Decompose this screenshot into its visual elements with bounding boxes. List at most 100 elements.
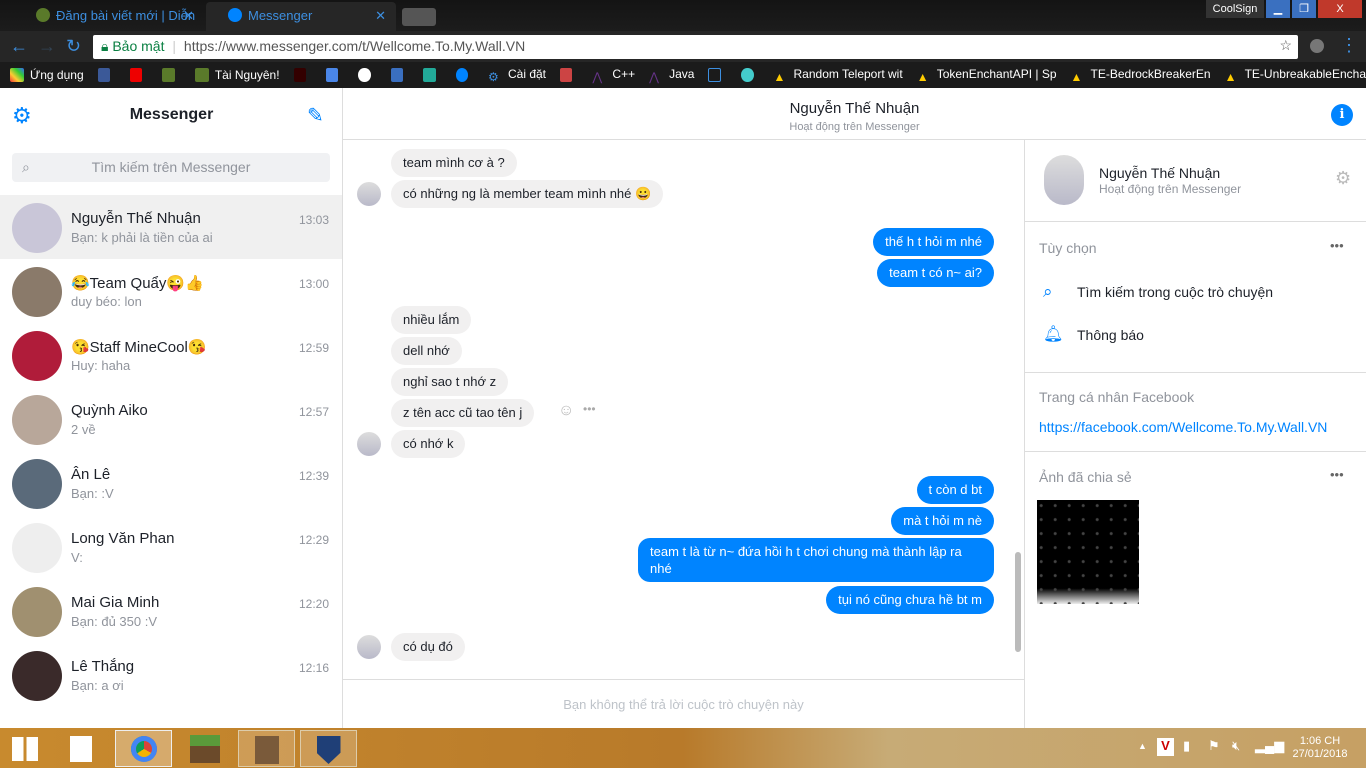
power-icon[interactable]: ▮ bbox=[1183, 738, 1190, 754]
tab-forum[interactable]: Đăng bài viết mới | Diễn ✕ bbox=[14, 2, 204, 31]
ytsc-icon[interactable] bbox=[560, 68, 573, 82]
scrollbar[interactable] bbox=[1015, 552, 1021, 652]
extension-icon[interactable] bbox=[1310, 39, 1324, 53]
maximize-button[interactable]: ❐ bbox=[1292, 0, 1316, 18]
bookmark-cpp[interactable]: ⋀ C++ bbox=[592, 67, 635, 84]
start-button[interactable] bbox=[12, 737, 38, 761]
bookmark-icon: ⋀ bbox=[649, 69, 659, 84]
star-icon[interactable]: ☆ bbox=[1279, 37, 1292, 54]
bookmark-java[interactable]: ⋀ Java bbox=[649, 67, 694, 84]
coolsign-button[interactable]: CoolSign bbox=[1206, 0, 1264, 18]
facebook-icon[interactable] bbox=[97, 68, 111, 82]
minecraft-taskbar-icon[interactable] bbox=[190, 735, 220, 763]
conversation-item[interactable]: Nguyễn Thế Nhuận Bạn: k phải là tiền của… bbox=[0, 195, 342, 259]
spigot-icon: ▲ bbox=[916, 69, 929, 84]
clock[interactable]: 1:06 CH 27/01/2018 bbox=[1288, 735, 1352, 761]
incoming-message: z tên acc cũ tao tên j bbox=[391, 399, 535, 427]
close-tab-icon[interactable]: ✕ bbox=[375, 8, 386, 24]
incoming-message: team mình cơ à ? bbox=[391, 149, 517, 177]
conversation-name: 😂Team Quẩy😜👍 bbox=[71, 275, 204, 292]
tab-messenger[interactable]: Messenger ✕ bbox=[206, 2, 396, 31]
back-icon[interactable]: ← bbox=[10, 36, 28, 57]
signal-icon[interactable]: ▂▄▆ bbox=[1255, 738, 1284, 754]
compose-icon[interactable]: ✎ bbox=[307, 103, 324, 128]
more-actions-icon[interactable]: ••• bbox=[583, 402, 596, 416]
conversation-item[interactable]: Ân Lê Bạn: :V 12:39 bbox=[0, 451, 342, 515]
conversation-item[interactable]: Mai Gia Minh Bạn: đủ 350 :V 12:20 bbox=[0, 579, 342, 643]
drive-icon[interactable] bbox=[423, 68, 436, 82]
conversation-time: 12:59 bbox=[298, 341, 329, 355]
calculator-icon[interactable] bbox=[390, 68, 404, 82]
conversation-name: Long Văn Phan bbox=[71, 530, 175, 547]
avatar bbox=[12, 203, 62, 253]
bookmark-label: Tài Nguyên! bbox=[214, 68, 280, 82]
conversation-item[interactable]: 😂Team Quẩy😜👍 duy béo: lon 13:00 bbox=[0, 259, 342, 323]
profile-link[interactable]: https://facebook.com/Wellcome.To.My.Wall… bbox=[1039, 419, 1327, 435]
forward-icon[interactable]: → bbox=[38, 36, 56, 57]
bookmark-random-teleport[interactable]: ▲ Random Teleport wit bbox=[774, 67, 903, 84]
shared-photo[interactable] bbox=[1037, 500, 1139, 604]
new-tab-button[interactable] bbox=[402, 8, 436, 26]
bookmark-settings[interactable]: ⚙ Cài đặt bbox=[488, 67, 546, 84]
conversation-item[interactable]: 😘Staff MineCool😘 Huy: haha 12:59 bbox=[0, 323, 342, 387]
outgoing-message: mà t hỏi m nè bbox=[891, 507, 994, 535]
antivirus-icon[interactable]: V bbox=[1157, 738, 1174, 756]
bookmark-apps[interactable]: Ứng dụng bbox=[10, 68, 84, 82]
page-icon[interactable] bbox=[708, 68, 722, 82]
conversation-item[interactable]: Long Văn Phan V: 12:29 bbox=[0, 515, 342, 579]
close-window-button[interactable]: X bbox=[1318, 0, 1362, 18]
bookmark-bedrockbreaker[interactable]: ▲ TE-BedrockBreakerEn bbox=[1071, 67, 1211, 84]
gear-icon[interactable]: ⚙ bbox=[1335, 168, 1351, 189]
close-tab-icon[interactable]: ✕ bbox=[183, 8, 194, 24]
conversation-item[interactable]: Lê Thắng Bạn: a ơi 12:16 bbox=[0, 643, 342, 707]
crafting-taskbar-button[interactable] bbox=[238, 730, 295, 767]
conversation-preview: Bạn: đủ 350 :V bbox=[71, 614, 158, 629]
avatar bbox=[12, 651, 62, 701]
tab-bar: Đăng bài viết mới | Diễn ✕ Messenger ✕ Coo… bbox=[0, 0, 1366, 31]
incoming-message: có những ng là member team mình nhé 😀 bbox=[391, 180, 664, 208]
bs-icon[interactable] bbox=[293, 68, 306, 82]
file-explorer-icon[interactable] bbox=[70, 736, 92, 762]
info-icon[interactable]: i bbox=[1331, 104, 1353, 126]
chrome-taskbar-button[interactable] bbox=[115, 730, 172, 767]
address-bar[interactable]: 🔒︎ Bảo mật | https://www.messenger.com/t… bbox=[93, 35, 1298, 59]
conversation-time: 12:39 bbox=[298, 469, 329, 483]
conversation-time: 13:00 bbox=[298, 277, 329, 291]
conversation-preview: Bạn: a ơi bbox=[71, 678, 124, 693]
bookmark-tokenenchant[interactable]: ▲ TokenEnchantAPI | Sp bbox=[917, 67, 1057, 84]
conversation-item[interactable]: Quỳnh Aiko 2 về 12:57 bbox=[0, 387, 342, 451]
bookmark-label: TokenEnchantAPI | Sp bbox=[936, 66, 1057, 81]
menu-icon[interactable]: ⋮ bbox=[1340, 35, 1358, 56]
search-input[interactable]: ⌕ Tìm kiếm trên Messenger bbox=[12, 153, 330, 182]
clock-date: 27/01/2018 bbox=[1292, 748, 1348, 760]
more-shared-icon[interactable]: ••• bbox=[1330, 467, 1344, 482]
messenger-icon[interactable] bbox=[455, 68, 468, 82]
separator: | bbox=[172, 38, 177, 54]
more-options-icon[interactable]: ••• bbox=[1330, 238, 1344, 253]
google-icon[interactable] bbox=[358, 68, 371, 82]
emoji-react-icon[interactable]: ☺ bbox=[558, 402, 574, 420]
bookmark-label: TE-UnbreakableEncha bbox=[1244, 66, 1366, 81]
details-status: Hoạt động trên Messenger bbox=[1099, 182, 1242, 196]
clock-time: 1:06 CH bbox=[1299, 735, 1341, 747]
youtube-icon[interactable] bbox=[130, 68, 143, 82]
translate-icon[interactable] bbox=[325, 68, 339, 82]
minimize-button[interactable]: ▁ bbox=[1266, 0, 1290, 18]
apps-icon bbox=[10, 68, 24, 82]
messenger-icon bbox=[228, 8, 242, 22]
search-in-conversation[interactable]: Tìm kiếm trong cuộc trò chuyện bbox=[1077, 284, 1273, 300]
incoming-message: dell nhớ bbox=[391, 337, 462, 365]
volume-muted-icon[interactable]: 🔇︎ bbox=[1232, 738, 1240, 754]
tray-expand-icon[interactable]: ▲ bbox=[1138, 741, 1147, 751]
conversation-time: 12:20 bbox=[298, 597, 329, 611]
network-icon[interactable]: ⚑ bbox=[1208, 738, 1220, 754]
minecraft-icon[interactable] bbox=[162, 68, 175, 82]
conversation-preview: Bạn: k phải là tiền của ai bbox=[71, 230, 213, 245]
bookmark-unbreakable[interactable]: ▲ TE-UnbreakableEncha bbox=[1225, 67, 1366, 84]
notifications-option[interactable]: Thông báo bbox=[1077, 327, 1144, 343]
virtualbox-taskbar-button[interactable] bbox=[300, 730, 357, 767]
reload-icon[interactable]: ↻ bbox=[66, 36, 81, 57]
diamond-icon[interactable] bbox=[741, 68, 754, 82]
conversation-preview: 2 về bbox=[71, 422, 96, 437]
bookmark-tai-nguyen[interactable]: Tài Nguyên! bbox=[194, 68, 280, 82]
